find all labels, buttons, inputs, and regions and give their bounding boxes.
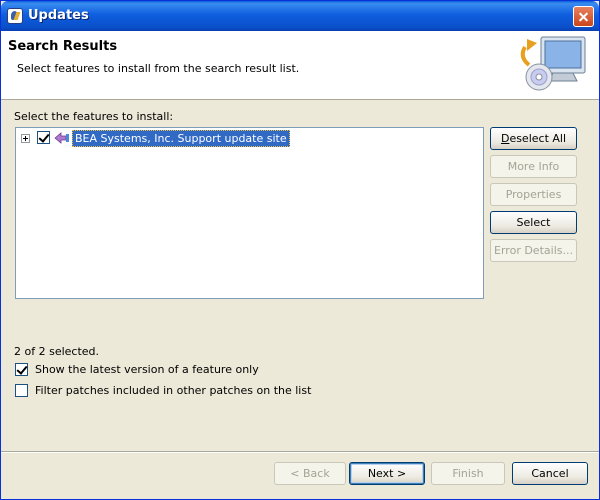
features-label: Select the features to install: xyxy=(14,110,174,123)
next-button[interactable]: Next > xyxy=(349,462,425,485)
latest-version-checkbox[interactable] xyxy=(15,363,28,376)
cancel-button[interactable]: Cancel xyxy=(512,462,588,485)
title-bar[interactable]: Updates xyxy=(1,1,599,31)
more-info-button[interactable]: More Info xyxy=(490,155,577,178)
updates-dialog: Updates Search Results Select features t… xyxy=(0,0,600,500)
features-tree[interactable]: BEA Systems, Inc. Support update site xyxy=(15,127,484,299)
error-details-button[interactable]: Error Details... xyxy=(490,239,577,262)
selection-count: 2 of 2 selected. xyxy=(14,345,100,358)
update-computer-icon xyxy=(520,36,586,91)
select-required-button[interactable]: Select Required xyxy=(490,211,577,250)
deselect-all-button[interactable]: Deselect All xyxy=(490,127,577,150)
back-button[interactable]: < Back xyxy=(274,462,346,485)
filter-patches-checkbox[interactable] xyxy=(15,384,28,397)
page-title: Search Results xyxy=(8,39,118,54)
feature-checkbox[interactable] xyxy=(37,131,50,144)
window-title: Updates xyxy=(28,8,89,23)
expand-icon[interactable] xyxy=(21,134,30,143)
footer-separator xyxy=(1,451,599,453)
finish-button[interactable]: Finish xyxy=(431,462,505,485)
filter-patches-label[interactable]: Filter patches included in other patches… xyxy=(35,384,311,397)
eclipse-app-icon xyxy=(7,8,23,24)
page-description: Select features to install from the sear… xyxy=(17,62,300,75)
update-site-icon xyxy=(54,132,69,144)
latest-version-label[interactable]: Show the latest version of a feature onl… xyxy=(35,363,259,376)
properties-button[interactable]: Properties xyxy=(490,183,577,206)
wizard-banner: Search Results Select features to instal… xyxy=(1,31,599,100)
feature-label[interactable]: BEA Systems, Inc. Support update site xyxy=(72,130,290,147)
deselect-all-label-rest: eselect All xyxy=(509,132,567,145)
close-button[interactable] xyxy=(573,6,594,27)
